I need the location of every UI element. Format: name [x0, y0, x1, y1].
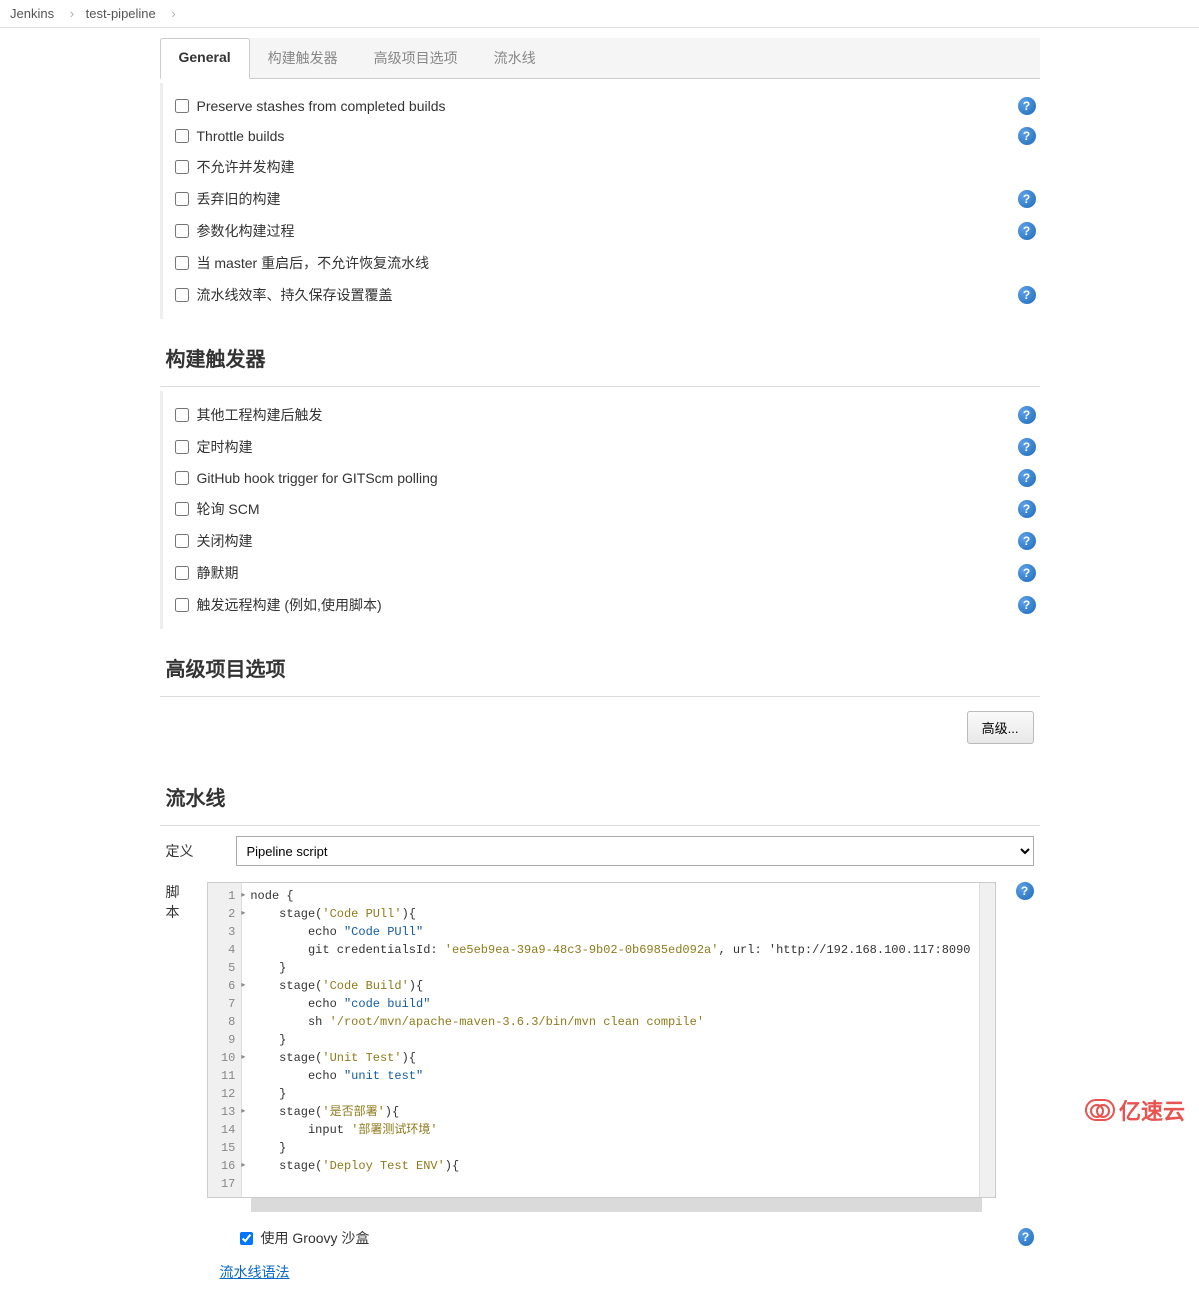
general-checkbox[interactable] [175, 160, 189, 174]
general-checkbox[interactable] [175, 192, 189, 206]
trigger-checkbox[interactable] [175, 408, 189, 422]
trigger-option-row: 轮询 SCM? [171, 493, 1040, 525]
breadcrumb-sep-icon: › [70, 6, 74, 21]
help-icon[interactable]: ? [1018, 596, 1036, 614]
general-label: 丢弃旧的构建 [197, 189, 281, 209]
trigger-label: 触发远程构建 (例如,使用脚本) [197, 595, 382, 615]
definition-label: 定义 [166, 841, 216, 861]
general-checkbox[interactable] [175, 224, 189, 238]
tabs: General 构建触发器 高级项目选项 流水线 [160, 38, 1040, 79]
help-icon[interactable]: ? [1018, 438, 1036, 456]
help-icon[interactable]: ? [1018, 406, 1036, 424]
section-title-triggers: 构建触发器 [160, 329, 1040, 387]
trigger-label: 静默期 [197, 563, 239, 583]
general-checkbox[interactable] [175, 129, 189, 143]
trigger-option-row: 关闭构建? [171, 525, 1040, 557]
breadcrumb-root[interactable]: Jenkins [10, 6, 54, 21]
general-checkbox[interactable] [175, 99, 189, 113]
general-option-row: 参数化构建过程? [171, 215, 1040, 247]
trigger-checkbox[interactable] [175, 566, 189, 580]
help-icon[interactable]: ? [1018, 190, 1036, 208]
general-label: 流水线效率、持久保存设置覆盖 [197, 285, 393, 305]
tab-pipeline[interactable]: 流水线 [476, 38, 554, 78]
trigger-checkbox[interactable] [175, 471, 189, 485]
script-editor[interactable]: 1234567891011121314151617 node { stage('… [207, 882, 995, 1198]
help-icon[interactable]: ? [1018, 469, 1036, 487]
sandbox-row: 使用 Groovy 沙盒 [160, 1218, 1018, 1252]
help-icon[interactable]: ? [1018, 127, 1036, 145]
general-label: Preserve stashes from completed builds [197, 98, 446, 114]
general-option-row: 流水线效率、持久保存设置覆盖? [171, 279, 1040, 311]
section-title-advanced: 高级项目选项 [160, 639, 1040, 697]
general-option-row: 当 master 重启后，不允许恢复流水线 [171, 247, 1040, 279]
breadcrumb-sep-icon: › [171, 6, 175, 21]
vertical-scrollbar[interactable] [979, 883, 995, 1197]
sandbox-checkbox[interactable] [240, 1232, 253, 1245]
definition-row: 定义 Pipeline script [160, 826, 1040, 876]
help-icon[interactable]: ? [1018, 500, 1036, 518]
tab-build-triggers[interactable]: 构建触发器 [250, 38, 356, 78]
help-icon[interactable]: ? [1018, 97, 1036, 115]
horizontal-scrollbar[interactable] [251, 1198, 981, 1212]
general-checkbox[interactable] [175, 288, 189, 302]
watermark-text: 亿速云 [1119, 1094, 1185, 1126]
breadcrumb-item[interactable]: test-pipeline [86, 6, 156, 21]
trigger-label: 定时构建 [197, 437, 253, 457]
watermark-logo-icon [1085, 1099, 1115, 1121]
trigger-label: 其他工程构建后触发 [197, 405, 323, 425]
general-option-row: 丢弃旧的构建? [171, 183, 1040, 215]
syntax-row: 流水线语法 [160, 1252, 1040, 1302]
general-option-row: Throttle builds? [171, 121, 1040, 151]
general-label: Throttle builds [197, 128, 285, 144]
help-icon[interactable]: ? [1018, 222, 1036, 240]
help-icon[interactable]: ? [1018, 286, 1036, 304]
watermark: 亿速云 [1085, 1094, 1185, 1126]
help-icon[interactable]: ? [1018, 532, 1036, 550]
pipeline-syntax-link[interactable]: 流水线语法 [220, 1264, 290, 1280]
help-icon[interactable]: ? [1018, 1228, 1034, 1246]
general-label: 当 master 重启后，不允许恢复流水线 [197, 253, 430, 273]
trigger-checkbox[interactable] [175, 440, 189, 454]
trigger-option-row: GitHub hook trigger for GITScm polling? [171, 463, 1040, 493]
sandbox-label: 使用 Groovy 沙盒 [261, 1228, 370, 1248]
trigger-checkbox[interactable] [175, 502, 189, 516]
general-option-row: Preserve stashes from completed builds? [171, 91, 1040, 121]
trigger-checkbox[interactable] [175, 598, 189, 612]
trigger-label: GitHub hook trigger for GITScm polling [197, 470, 438, 486]
script-label: 脚本 [166, 882, 188, 1212]
editor-gutter: 1234567891011121314151617 [208, 883, 242, 1197]
trigger-label: 轮询 SCM [197, 499, 260, 519]
triggers-section: 其他工程构建后触发?定时构建?GitHub hook trigger for G… [160, 391, 1040, 629]
help-icon[interactable]: ? [1016, 882, 1034, 900]
general-label: 参数化构建过程 [197, 221, 295, 241]
editor-code[interactable]: node { stage('Code PUll'){ echo "Code PU… [242, 883, 978, 1197]
general-label: 不允许并发构建 [197, 157, 295, 177]
general-option-row: 不允许并发构建 [171, 151, 1040, 183]
trigger-checkbox[interactable] [175, 534, 189, 548]
tab-general[interactable]: General [160, 38, 250, 79]
trigger-option-row: 定时构建? [171, 431, 1040, 463]
trigger-option-row: 触发远程构建 (例如,使用脚本)? [171, 589, 1040, 621]
help-icon[interactable]: ? [1018, 564, 1036, 582]
breadcrumb: Jenkins › test-pipeline › [0, 0, 1199, 28]
tab-advanced-options[interactable]: 高级项目选项 [356, 38, 476, 78]
general-section: Preserve stashes from completed builds?T… [160, 83, 1040, 319]
trigger-option-row: 其他工程构建后触发? [171, 399, 1040, 431]
trigger-label: 关闭构建 [197, 531, 253, 551]
script-row: 脚本 1234567891011121314151617 node { stag… [160, 876, 1040, 1218]
general-checkbox[interactable] [175, 256, 189, 270]
section-title-pipeline: 流水线 [160, 768, 1040, 826]
definition-select[interactable]: Pipeline script [236, 836, 1034, 866]
advanced-row: 高级... [160, 697, 1040, 758]
advanced-button[interactable]: 高级... [967, 711, 1034, 744]
trigger-option-row: 静默期? [171, 557, 1040, 589]
